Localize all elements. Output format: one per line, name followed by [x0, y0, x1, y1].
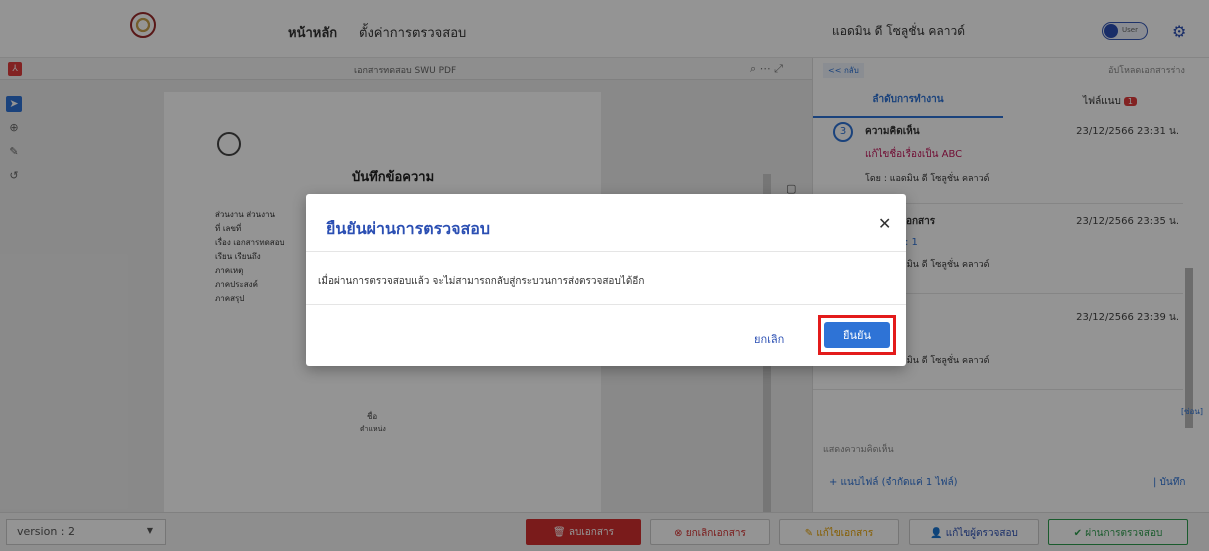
- dialog-footer: ยกเลิก ยืนยัน: [306, 304, 906, 366]
- close-icon[interactable]: ✕: [878, 214, 891, 233]
- dialog-header: ยืนยันผ่านการตรวจสอบ ✕: [306, 194, 906, 252]
- dialog-message: เมื่อผ่านการตรวจสอบแล้ว จะไม่สามารถกลับส…: [318, 276, 645, 287]
- dialog-cancel-button[interactable]: ยกเลิก: [754, 330, 784, 348]
- confirm-pass-dialog: ยืนยันผ่านการตรวจสอบ ✕ เมื่อผ่านการตรวจส…: [306, 194, 906, 366]
- dialog-confirm-button[interactable]: ยืนยัน: [824, 322, 890, 348]
- dialog-title: ยืนยันผ่านการตรวจสอบ: [326, 219, 491, 238]
